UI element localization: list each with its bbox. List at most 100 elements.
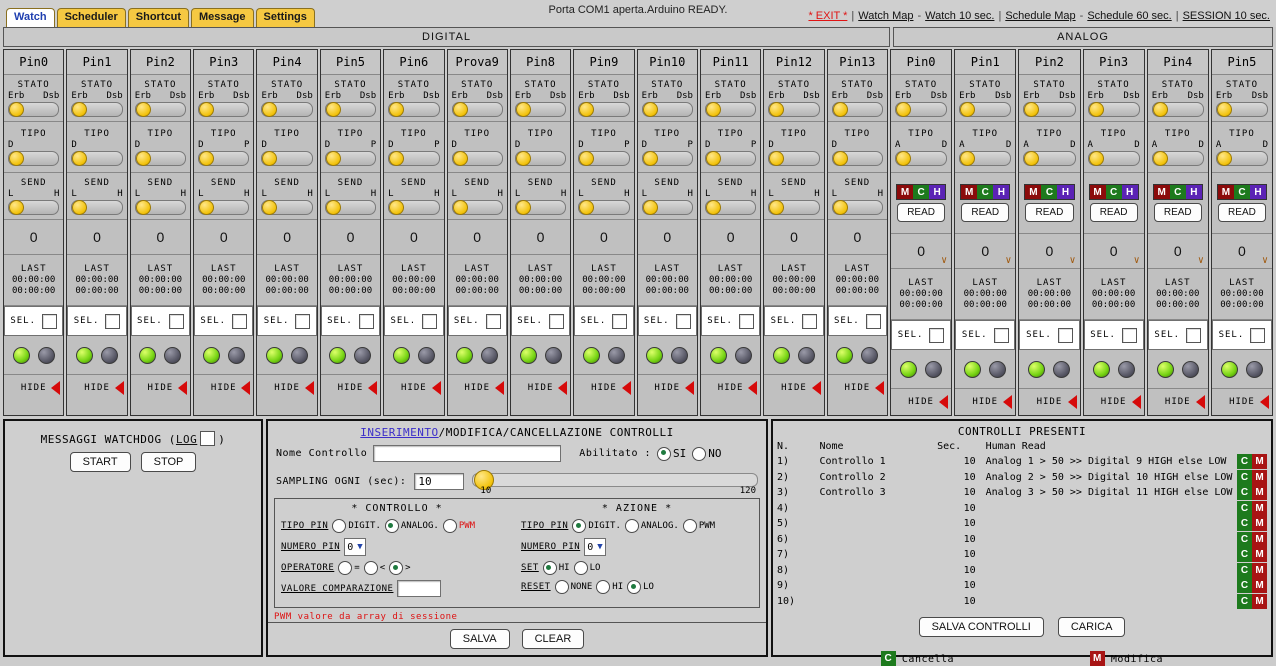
led-on-indicator[interactable] [583,347,600,364]
azione-tipo-analog-radio[interactable] [625,519,639,533]
led-on-indicator[interactable] [836,347,853,364]
read-button[interactable]: READ [897,203,945,222]
send-switch-knob[interactable] [706,200,721,215]
send-switch-knob[interactable] [9,200,24,215]
hide-arrow-icon[interactable] [178,381,187,395]
hide-arrow-icon[interactable] [622,381,631,395]
stato-switch[interactable] [895,102,947,117]
led-off-indicator[interactable] [608,347,625,364]
led-on-indicator[interactable] [773,347,790,364]
controllo-operatore-lt-radio[interactable] [364,561,378,575]
send-switch[interactable] [71,200,122,215]
pin-select-checkbox[interactable] [1186,328,1201,343]
hide-arrow-icon[interactable] [495,381,504,395]
carica-button[interactable]: CARICA [1058,617,1126,637]
hide-arrow-icon[interactable] [685,381,694,395]
stato-switch[interactable] [135,102,186,117]
send-switch-knob[interactable] [769,200,784,215]
send-switch-knob[interactable] [389,200,404,215]
abilitato-no-radio[interactable] [692,447,706,461]
led-on-indicator[interactable] [76,347,93,364]
stato-switch[interactable] [705,102,756,117]
led-off-indicator[interactable] [1118,361,1135,378]
edit-control-button[interactable]: M [1252,470,1267,485]
pin-hide-cell[interactable]: HIDE [764,375,823,401]
tipo-switch-knob[interactable] [1153,151,1168,166]
tipo-switch[interactable] [895,151,947,166]
stato-switch-knob[interactable] [833,102,848,117]
pin-hide-cell[interactable]: HIDE [511,375,570,401]
tab-watch[interactable]: Watch [6,8,55,27]
stato-switch[interactable] [578,102,629,117]
tipo-switch[interactable] [198,151,249,166]
delete-control-button[interactable]: C [1237,485,1252,500]
tipo-switch[interactable] [578,151,629,166]
tab-settings[interactable]: Settings [256,8,315,27]
stato-switch[interactable] [71,102,122,117]
pin-select-checkbox[interactable] [676,314,691,329]
send-switch-knob[interactable] [262,200,277,215]
stato-switch[interactable] [959,102,1011,117]
send-switch-knob[interactable] [516,200,531,215]
led-off-indicator[interactable] [671,347,688,364]
read-button[interactable]: READ [1090,203,1138,222]
hide-arrow-icon[interactable] [432,381,441,395]
tipo-switch-knob[interactable] [1217,151,1232,166]
azione-reset-hi-option[interactable]: HI [596,580,623,594]
pin-select-checkbox[interactable] [232,314,247,329]
send-switch-knob[interactable] [72,200,87,215]
led-off-indicator[interactable] [861,347,878,364]
tipo-switch[interactable] [261,151,312,166]
pin-select-checkbox[interactable] [486,314,501,329]
led-on-indicator[interactable] [1157,361,1174,378]
tipo-switch[interactable] [1023,151,1075,166]
controllo-tipo-analog-option[interactable]: ANALOG. [385,519,439,533]
hide-arrow-icon[interactable] [305,381,314,395]
hide-arrow-icon[interactable] [812,381,821,395]
pin-hide-cell[interactable]: HIDE [955,389,1015,415]
stato-switch[interactable] [642,102,693,117]
controllo-tipo-digit-option[interactable]: DIGIT. [332,519,381,533]
controllo-operatore-eq-option[interactable]: = [338,561,359,575]
tipo-switch[interactable] [832,151,883,166]
pin-select-checkbox[interactable] [169,314,184,329]
delete-control-button[interactable]: C [1237,454,1252,469]
azione-set-lo-option[interactable]: LO [574,561,601,575]
chevron-down-icon[interactable]: ∨ [1069,256,1075,266]
send-switch-knob[interactable] [579,200,594,215]
delete-control-button[interactable]: C [1237,547,1252,562]
led-on-indicator[interactable] [520,347,537,364]
pin-hide-cell[interactable]: HIDE [828,375,887,401]
stato-switch-knob[interactable] [960,102,975,117]
azione-set-lo-radio[interactable] [574,561,588,575]
led-on-indicator[interactable] [13,347,30,364]
stato-switch[interactable] [388,102,439,117]
led-off-indicator[interactable] [101,347,118,364]
hide-arrow-icon[interactable] [115,381,124,395]
pin-select-checkbox[interactable] [994,328,1009,343]
send-switch[interactable] [388,200,439,215]
stato-switch[interactable] [8,102,59,117]
pin-select-checkbox[interactable] [549,314,564,329]
tipo-switch-knob[interactable] [643,151,658,166]
top-link-watch-map[interactable]: Watch Map [858,10,913,22]
watchdog-start-button[interactable]: START [70,452,131,472]
send-switch-knob[interactable] [136,200,151,215]
tipo-switch-knob[interactable] [389,151,404,166]
controllo-tipo-digit-radio[interactable] [332,519,346,533]
led-off-indicator[interactable] [354,347,371,364]
led-on-indicator[interactable] [266,347,283,364]
send-switch-knob[interactable] [453,200,468,215]
pin-hide-cell[interactable]: HIDE [384,375,443,401]
hide-arrow-icon[interactable] [558,381,567,395]
pin-select-checkbox[interactable] [422,314,437,329]
hide-arrow-icon[interactable] [1132,395,1141,409]
pin-select-checkbox[interactable] [1122,328,1137,343]
stato-switch[interactable] [198,102,249,117]
tipo-switch-knob[interactable] [1089,151,1104,166]
hide-arrow-icon[interactable] [1068,395,1077,409]
delete-control-button[interactable]: C [1237,501,1252,516]
edit-control-button[interactable]: M [1252,547,1267,562]
edit-control-button[interactable]: M [1252,594,1267,609]
led-off-indicator[interactable] [735,347,752,364]
